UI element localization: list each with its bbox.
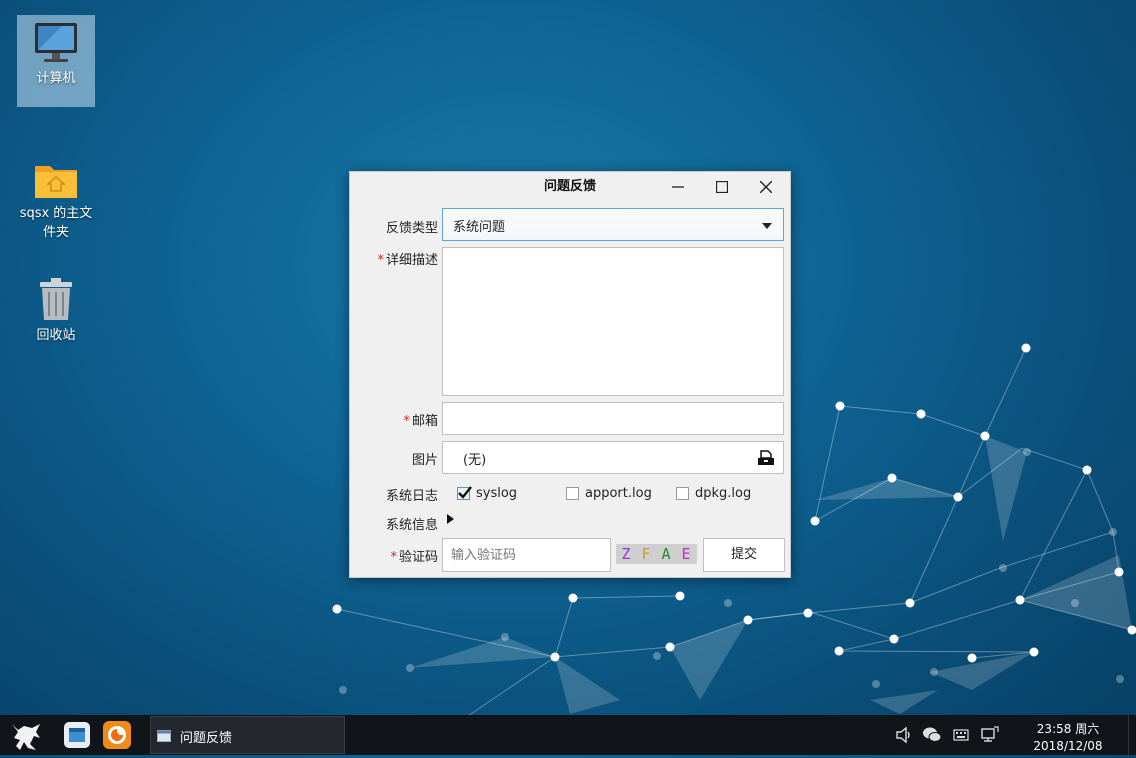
system-log-label: 系统日志 bbox=[386, 485, 438, 504]
wechat-icon[interactable] bbox=[922, 726, 942, 744]
captcha-image[interactable]: ZFAE bbox=[616, 544, 697, 564]
feedback-dialog: 问题反馈 反馈类型 系统问题 *详细描述 *邮箱 图片 (无) 系统日志 bbox=[349, 171, 791, 578]
clock[interactable]: 23:58 周六 2018/12/08 bbox=[1018, 721, 1118, 755]
firefox-button[interactable] bbox=[102, 715, 138, 755]
syslog-label: syslog bbox=[476, 486, 517, 501]
system-info-label: 系统信息 bbox=[386, 514, 438, 533]
computer-icon bbox=[32, 21, 80, 65]
image-label: 图片 bbox=[412, 449, 438, 468]
taskbar-window-label: 问题反馈 bbox=[180, 727, 232, 746]
taskbar-window-feedback[interactable]: 问题反馈 bbox=[150, 716, 345, 754]
attach-file-icon[interactable] bbox=[757, 450, 775, 466]
required-mark: * bbox=[403, 414, 410, 429]
dpkg-log-checkbox[interactable]: dpkg.log bbox=[676, 485, 751, 501]
captcha-input[interactable] bbox=[442, 538, 611, 572]
checkbox-unchecked bbox=[676, 487, 689, 500]
checkmark-icon bbox=[457, 485, 473, 501]
captcha-char: E bbox=[676, 544, 696, 564]
desktop-icon-label: 回收站 bbox=[17, 326, 95, 345]
maximize-button[interactable] bbox=[702, 172, 742, 202]
checkbox-checked bbox=[457, 487, 470, 500]
minimize-icon bbox=[672, 181, 684, 193]
desktop-icon-computer[interactable]: 计算机 bbox=[17, 15, 95, 107]
close-button[interactable] bbox=[746, 172, 786, 202]
description-label: *详细描述 bbox=[377, 249, 438, 268]
trash-icon bbox=[36, 276, 76, 322]
minimize-button[interactable] bbox=[658, 172, 698, 202]
dpkg-log-label: dpkg.log bbox=[695, 486, 751, 501]
start-menu-button[interactable] bbox=[6, 715, 50, 755]
taskbar: 问题反馈 23:58 周六 2018/12/08 bbox=[0, 715, 1136, 755]
syslog-checkbox[interactable]: syslog bbox=[457, 485, 517, 501]
show-desktop-button[interactable] bbox=[1128, 715, 1136, 755]
email-label: *邮箱 bbox=[403, 410, 438, 429]
clock-date: 2018/12/08 bbox=[1018, 738, 1118, 755]
expand-arrow-icon[interactable] bbox=[447, 514, 455, 524]
desktop-icon-label: 计算机 bbox=[17, 69, 95, 88]
captcha-char: A bbox=[656, 544, 676, 564]
image-value: (无) bbox=[463, 449, 486, 468]
network-icon[interactable] bbox=[981, 726, 999, 744]
file-manager-icon bbox=[62, 720, 92, 750]
keyboard-icon[interactable] bbox=[953, 728, 969, 742]
apport-log-checkbox[interactable]: apport.log bbox=[566, 485, 652, 501]
kylin-logo-icon bbox=[6, 716, 46, 754]
email-field[interactable] bbox=[442, 402, 784, 435]
dialog-titlebar[interactable]: 问题反馈 bbox=[350, 172, 790, 202]
window-icon bbox=[157, 730, 171, 742]
checkbox-unchecked bbox=[566, 487, 579, 500]
submit-button[interactable]: 提交 bbox=[703, 538, 785, 572]
feedback-type-select[interactable]: 系统问题 bbox=[442, 208, 784, 241]
maximize-icon bbox=[716, 181, 728, 193]
captcha-char: Z bbox=[616, 544, 636, 564]
desktop-icon-home-folder[interactable]: sqsx 的主文件夹 bbox=[17, 152, 95, 242]
captcha-label: *验证码 bbox=[390, 546, 438, 565]
desktop-icon-trash[interactable]: 回收站 bbox=[17, 270, 95, 345]
apport-log-label: apport.log bbox=[585, 486, 652, 501]
desktop-icon-label: sqsx 的主文件夹 bbox=[17, 204, 95, 242]
volume-icon[interactable] bbox=[895, 726, 913, 744]
captcha-char: F bbox=[636, 544, 656, 564]
close-icon bbox=[760, 181, 772, 193]
clock-time: 23:58 周六 bbox=[1018, 721, 1118, 738]
feedback-type-value: 系统问题 bbox=[453, 216, 505, 235]
required-mark: * bbox=[390, 550, 397, 565]
chevron-down-icon bbox=[762, 223, 772, 229]
image-field[interactable]: (无) bbox=[442, 441, 784, 474]
home-folder-icon bbox=[33, 158, 79, 200]
description-textarea[interactable] bbox=[442, 247, 784, 396]
firefox-icon bbox=[102, 720, 132, 750]
required-mark: * bbox=[377, 253, 384, 268]
file-manager-button[interactable] bbox=[62, 715, 98, 755]
feedback-type-label: 反馈类型 bbox=[386, 217, 438, 236]
